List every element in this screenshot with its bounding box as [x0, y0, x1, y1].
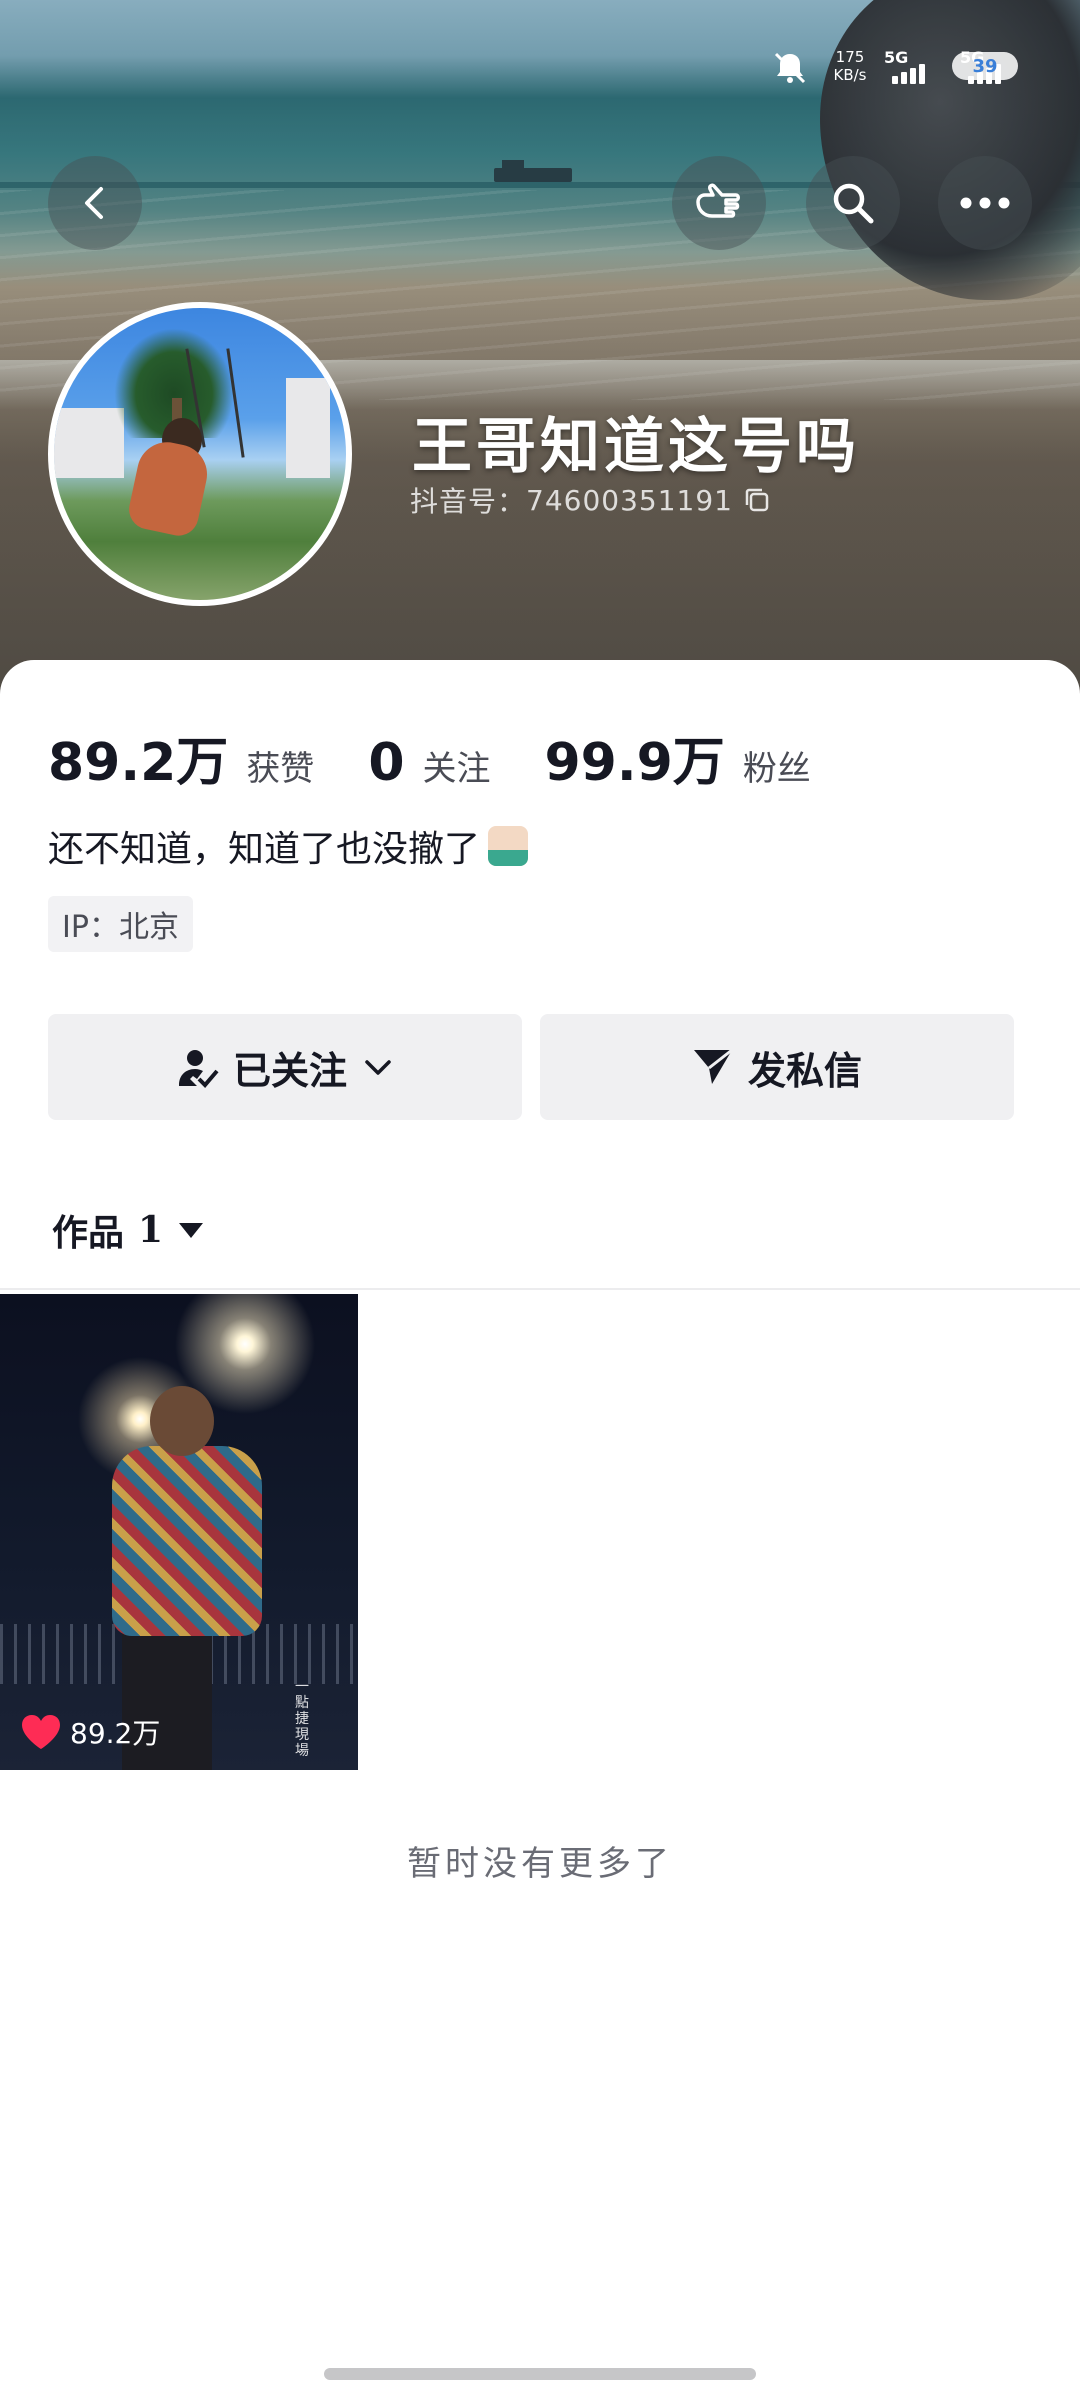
back-button[interactable]: [48, 156, 142, 250]
tab-works[interactable]: 作品 1: [52, 1204, 205, 1256]
likes-label: 获赞: [246, 749, 315, 789]
copy-icon[interactable]: [743, 486, 771, 514]
home-indicator[interactable]: [324, 2368, 756, 2380]
triangle-down-icon: [179, 1223, 204, 1238]
poke-button[interactable]: [672, 156, 766, 250]
video-watermark: 一點捷現場: [295, 1679, 309, 1759]
chevron-left-icon: [85, 187, 103, 219]
followers-count[interactable]: 99.9万: [545, 720, 725, 795]
douyin-id: 抖音号： 74600351191: [410, 480, 771, 520]
paper-plane-icon: [693, 1048, 733, 1084]
video-likes: 89.2万: [20, 1712, 160, 1752]
send-message-button[interactable]: 发私信: [540, 1014, 1014, 1120]
end-of-list-text: 暂时没有更多了: [407, 1844, 673, 1884]
battery-indicator: 39: [952, 52, 1018, 80]
followers-label: 粉丝: [742, 749, 811, 789]
following-count[interactable]: 0: [368, 733, 404, 793]
pointing-hand-icon: [696, 183, 740, 218]
user-check-icon: [178, 1050, 219, 1088]
profile-card: 89.2万 获赞 0 关注 99.9万 粉丝 还不知道，知道了也没撤了 IP：北…: [0, 660, 1080, 2400]
bio: 还不知道，知道了也没撤了: [48, 820, 529, 872]
bell-muted-icon: [774, 52, 806, 84]
net-speed: 175 KB/s: [833, 48, 867, 84]
followed-button[interactable]: 已关注: [48, 1014, 522, 1120]
heart-icon: [22, 1715, 60, 1749]
more-button[interactable]: [938, 156, 1032, 250]
following-label: 关注: [422, 749, 491, 789]
avatar[interactable]: [48, 302, 352, 606]
tab-divider: [0, 1288, 1080, 1290]
more-icon: [960, 197, 1010, 209]
chevron-down-icon: [365, 1060, 391, 1075]
ip-location-tag: IP：北京: [48, 896, 193, 952]
signal-sim1: 5G: [884, 48, 930, 88]
video-thumbnail[interactable]: 一點捷現場 89.2万: [0, 1294, 358, 1770]
likes-count[interactable]: 89.2万: [48, 720, 228, 795]
username: 王哥知道这号吗: [412, 412, 860, 482]
search-button[interactable]: [806, 156, 900, 250]
profile-banner: 175 KB/s 5G 5G 39: [0, 0, 1080, 700]
shrug-emoji-icon: [488, 826, 529, 866]
profile-stats: 89.2万 获赞 0 关注 99.9万 粉丝: [48, 720, 811, 795]
search-icon: [833, 183, 874, 224]
